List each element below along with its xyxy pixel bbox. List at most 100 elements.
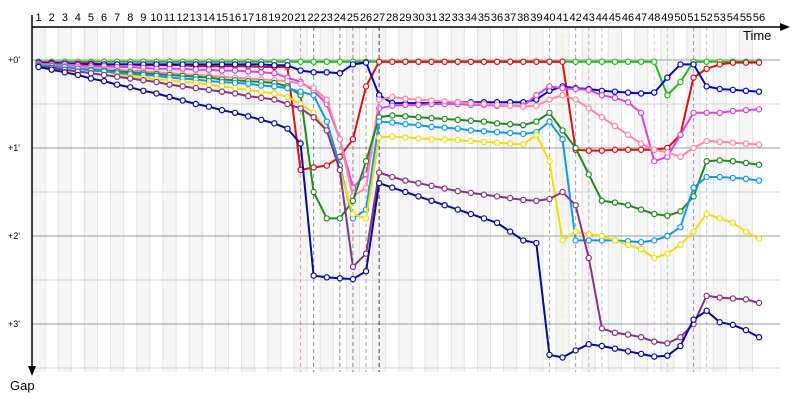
data-point [271,120,278,127]
y-axis-title: Gap [10,378,35,393]
data-point [624,146,632,153]
data-point [258,69,265,76]
data-point [218,88,226,95]
data-point [611,329,619,336]
data-point [690,109,697,117]
data-point [664,340,671,347]
lap-tick-label: 27 [373,12,385,24]
gap-tick-label: +2' [8,231,20,241]
data-point [755,177,763,184]
data-point [415,121,422,129]
data-point [415,179,422,187]
data-point [546,109,553,117]
data-point [755,299,763,307]
data-point [677,131,684,138]
data-point [729,174,737,182]
data-point [467,58,475,65]
data-point [362,184,370,191]
data-point [441,58,448,65]
lap-band [398,27,412,372]
data-point [205,66,213,73]
data-point [559,58,566,65]
data-point [415,135,422,142]
lap-tick-label: 31 [425,12,437,24]
data-point [244,68,252,75]
data-point [402,58,409,65]
data-point [493,193,501,200]
data-point [402,95,409,102]
lap-tick-label: 44 [596,12,608,24]
data-point [664,250,671,257]
data-point [703,157,710,165]
data-point [637,238,645,246]
data-point [664,74,671,81]
data-point [271,90,278,97]
data-point [231,109,239,117]
data-point [742,296,750,303]
data-point [153,78,160,86]
data-point [454,206,461,213]
data-point [742,159,750,167]
data-point [637,334,645,341]
lap-tick-label: 3 [62,12,68,24]
data-point [284,77,291,85]
data-point [349,135,357,143]
data-point [100,71,108,79]
lap-band [320,27,334,372]
data-point [664,149,671,156]
data-point [703,109,710,117]
data-point [716,138,723,146]
data-point [742,175,750,182]
data-point [258,116,265,124]
x-axis-arrow [780,23,790,31]
lap-tick-label: 54 [727,12,739,24]
data-point [244,86,252,94]
data-point [284,93,291,101]
data-point [677,61,684,68]
data-point [493,58,501,65]
data-point [323,162,330,169]
data-point [624,241,632,248]
data-point [585,58,592,65]
data-point [375,134,383,141]
lap-tick-label: 28 [386,12,398,24]
data-point [677,153,684,160]
data-point [729,59,737,66]
data-point [480,118,488,125]
data-point [362,83,370,90]
lap-tick-label: 49 [661,12,673,24]
lap-tick-label: 20 [281,12,293,24]
data-point [585,105,592,112]
data-point [637,245,645,253]
data-point [637,58,645,65]
data-point [585,237,592,244]
data-point [192,61,199,68]
data-point [506,228,514,235]
data-point [402,113,409,120]
data-point [624,331,632,338]
data-point [389,173,396,181]
data-point [572,201,579,209]
data-point [716,173,723,181]
lap-tick-label: 10 [150,12,162,24]
data-point [231,79,239,87]
lap-tick-label: 5 [88,12,94,24]
data-point [755,59,763,66]
data-point [703,83,710,90]
data-point [454,136,461,144]
lap-tick-label: 37 [504,12,516,24]
data-point [572,237,579,244]
data-point [546,195,553,203]
data-point [703,307,710,314]
data-point [677,334,684,341]
data-point [323,58,330,65]
lap-tick-label: 36 [491,12,503,24]
data-point [611,94,619,102]
data-point [755,235,763,242]
data-point [375,169,383,176]
data-point [572,85,579,93]
lap-tick-label: 41 [556,12,568,24]
data-point [506,121,514,128]
data-point [637,90,645,97]
data-point [480,138,488,146]
